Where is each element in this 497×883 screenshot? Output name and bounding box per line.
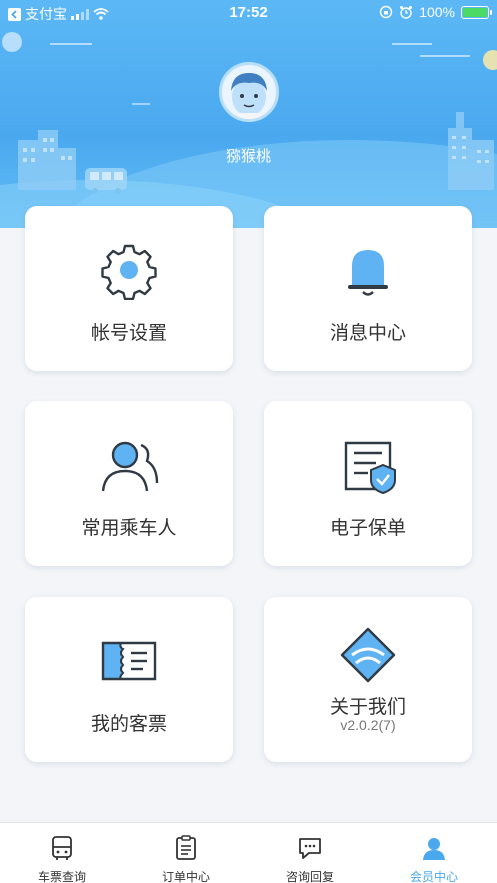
status-bar: 支付宝 17:52 100% bbox=[0, 0, 497, 26]
tab-order-center[interactable]: 订单中心 bbox=[124, 823, 248, 883]
chat-icon bbox=[299, 838, 321, 859]
card-label: 常用乘车人 bbox=[81, 518, 177, 539]
card-label: 帐号设置 bbox=[90, 323, 167, 344]
tab-label: 咨询回复 bbox=[285, 870, 334, 883]
battery-icon bbox=[461, 5, 492, 19]
app-version: v2.0.2(7) bbox=[340, 717, 396, 733]
member-icon bbox=[423, 838, 445, 860]
about-logo-icon bbox=[340, 627, 396, 683]
frequent-passengers-card[interactable]: 常用乘车人 bbox=[25, 401, 233, 566]
message-center-card[interactable]: 消息中心 bbox=[264, 206, 472, 371]
bell-icon bbox=[348, 250, 388, 296]
account-settings-card[interactable]: 帐号设置 bbox=[25, 206, 233, 371]
insurance-policy-card[interactable]: 电子保单 bbox=[264, 401, 472, 566]
tab-consult-reply[interactable]: 咨询回复 bbox=[248, 823, 372, 883]
avatar-face-icon bbox=[231, 73, 267, 119]
orientation-lock-icon bbox=[379, 5, 393, 19]
my-tickets-card[interactable]: 我的客票 bbox=[25, 597, 233, 762]
battery-percent: 100% bbox=[419, 4, 455, 20]
tab-label: 车票查询 bbox=[37, 870, 86, 883]
card-label: 电子保单 bbox=[329, 518, 406, 539]
status-right: 100% bbox=[379, 4, 492, 20]
profile-header: 支付宝 17:52 100% 猕猴桃 bbox=[0, 0, 497, 228]
tab-ticket-search[interactable]: 车票查询 bbox=[0, 823, 124, 883]
card-label: 消息中心 bbox=[329, 323, 406, 344]
tab-label: 订单中心 bbox=[161, 870, 210, 883]
order-list-icon bbox=[176, 835, 196, 860]
bus-icon bbox=[52, 836, 72, 860]
gear-icon bbox=[101, 244, 157, 300]
bottom-tab-bar: 车票查询 订单中心 咨询回复 会员中心 bbox=[0, 822, 497, 883]
avatar[interactable] bbox=[219, 62, 279, 122]
card-label: 关于我们 bbox=[329, 697, 406, 718]
about-us-card[interactable]: 关于我们 v2.0.2(7) bbox=[264, 597, 472, 762]
tab-member-center[interactable]: 会员中心 bbox=[372, 823, 496, 883]
card-label: 我的客票 bbox=[90, 714, 167, 735]
alarm-icon bbox=[400, 6, 413, 19]
tab-label: 会员中心 bbox=[409, 870, 458, 883]
username[interactable]: 猕猴桃 bbox=[0, 145, 497, 166]
ticket-icon bbox=[101, 641, 157, 681]
insurance-policy-icon bbox=[344, 441, 396, 495]
passengers-icon bbox=[101, 441, 159, 492]
